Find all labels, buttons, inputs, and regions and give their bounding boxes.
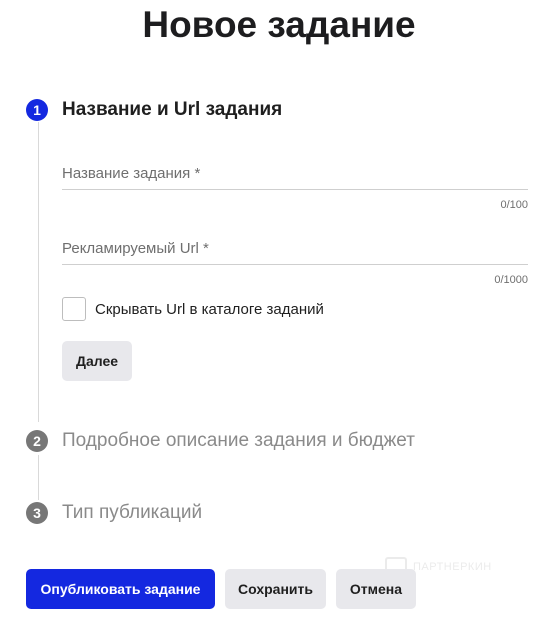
task-name-label: Название задания * — [62, 165, 201, 182]
ad-url-underline — [62, 264, 528, 265]
hide-url-checkbox-row[interactable]: Скрывать Url в каталоге заданий — [62, 296, 324, 322]
cancel-button[interactable]: Отмена — [336, 569, 416, 609]
publish-button[interactable]: Опубликовать задание — [26, 569, 215, 609]
step-3-badge: 3 — [26, 502, 48, 524]
task-name-counter: 0/100 — [500, 199, 528, 211]
hide-url-checkbox-label: Скрывать Url в каталоге заданий — [95, 300, 324, 318]
page-title: Новое задание — [142, 4, 416, 45]
save-button[interactable]: Сохранить — [225, 569, 326, 609]
next-button[interactable]: Далее — [62, 341, 132, 381]
step-1-badge: 1 — [26, 99, 48, 121]
hide-url-checkbox[interactable] — [62, 297, 86, 321]
step-2-badge: 2 — [26, 430, 48, 452]
ad-url-field[interactable]: Рекламируемый Url * 0/1000 — [62, 239, 528, 287]
ad-url-label: Рекламируемый Url * — [62, 240, 209, 257]
stepper-line-1 — [38, 122, 39, 422]
task-name-underline — [62, 189, 528, 190]
step-1-title[interactable]: Название и Url задания — [62, 98, 282, 122]
step-3-title[interactable]: Тип публикаций — [62, 501, 202, 525]
stepper-line-2 — [38, 455, 39, 500]
watermark-text: ПАРТНЕРКИН — [413, 561, 492, 573]
ad-url-counter: 0/1000 — [494, 274, 528, 286]
task-name-field[interactable]: Название задания * 0/100 — [62, 164, 528, 212]
step-2-title[interactable]: Подробное описание задания и бюджет — [62, 429, 415, 453]
